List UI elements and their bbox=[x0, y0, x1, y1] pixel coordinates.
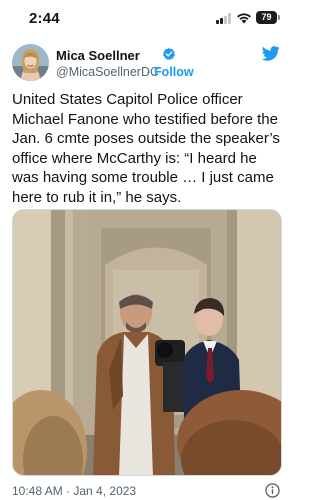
twitter-bird-icon[interactable] bbox=[262, 46, 280, 61]
follow-button[interactable]: Follow bbox=[154, 65, 194, 79]
author-name[interactable]: Mica Soellner bbox=[56, 48, 140, 63]
info-icon[interactable] bbox=[265, 483, 280, 498]
separator-dot: · bbox=[146, 65, 151, 79]
wifi-icon bbox=[237, 13, 251, 24]
author-handle[interactable]: @MicaSoellnerDC bbox=[56, 65, 159, 79]
tweet-text: United States Capitol Police officer Mic… bbox=[12, 91, 280, 206]
tweet-timestamp[interactable]: 10:48 AM · Jan 4, 2023 bbox=[12, 484, 136, 498]
battery-level: 79 bbox=[256, 11, 277, 24]
battery-icon: 79 bbox=[256, 11, 280, 24]
tweet-photo[interactable] bbox=[12, 209, 282, 476]
status-time: 2:44 bbox=[29, 10, 60, 27]
verified-badge-icon bbox=[162, 47, 176, 61]
avatar[interactable] bbox=[12, 44, 49, 81]
cellular-signal-icon bbox=[216, 13, 232, 24]
status-bar: 2:44 79 bbox=[0, 0, 293, 40]
